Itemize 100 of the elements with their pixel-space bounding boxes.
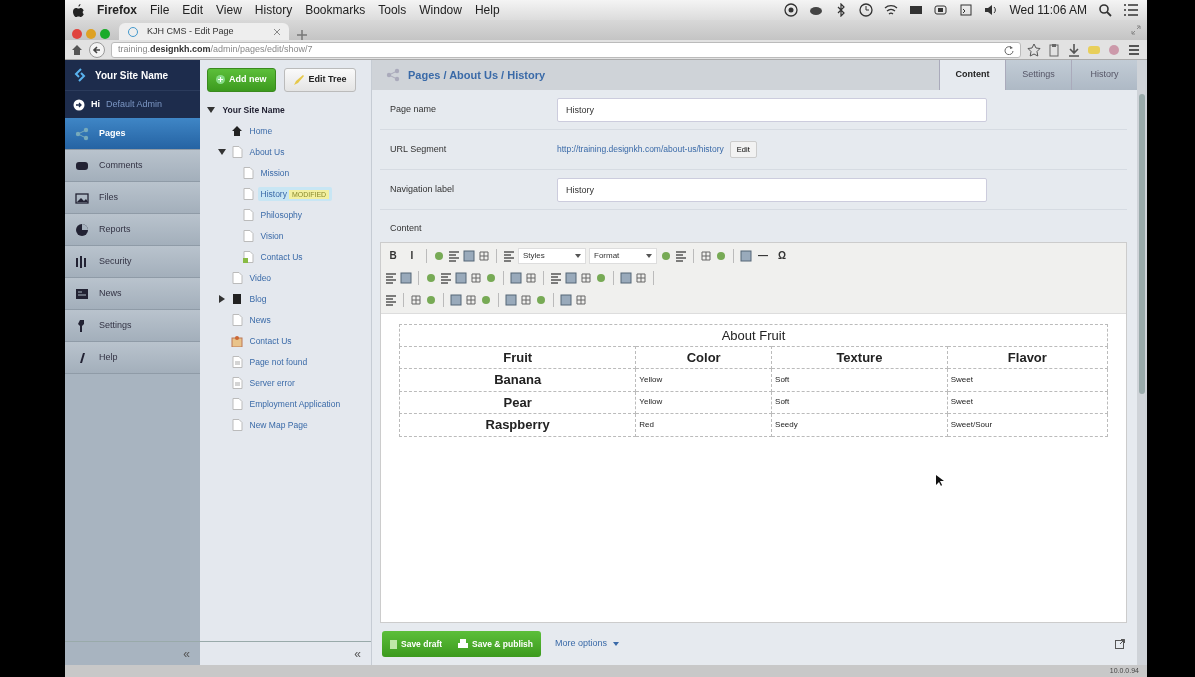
wifi-icon[interactable] (884, 3, 899, 17)
external-link-icon[interactable] (1115, 639, 1125, 649)
scrollbar-thumb[interactable] (1139, 94, 1145, 394)
logout-icon[interactable] (73, 98, 85, 111)
nav-item[interactable]: Pages (65, 118, 200, 150)
toolbar-icon[interactable] (478, 249, 490, 262)
fullscreen-icon[interactable] (1131, 25, 1141, 35)
tree-item[interactable]: Contact Us (246, 333, 295, 349)
toolbar-icon[interactable] (595, 271, 607, 284)
menu-title[interactable]: Firefox (97, 1, 137, 19)
plus-icon[interactable] (297, 30, 307, 40)
menu-clock[interactable]: Wed 11:06 AM (1009, 1, 1087, 19)
tree-item[interactable]: Video (246, 270, 275, 286)
tab[interactable]: Settings (1005, 60, 1071, 90)
menu-item[interactable]: Window (419, 1, 462, 19)
nav-item[interactable]: Reports (65, 214, 200, 246)
toolbar-icon[interactable] (635, 271, 647, 284)
toolbar-icon[interactable] (503, 249, 515, 262)
toolbar-icon[interactable] (470, 271, 482, 284)
toolbar-icon[interactable] (410, 293, 422, 306)
search-icon[interactable] (1098, 3, 1112, 17)
tree-item[interactable]: Employment Application (246, 396, 344, 412)
toolbar-icon[interactable] (675, 249, 687, 262)
toolbar-icon[interactable] (505, 293, 517, 306)
nav-item[interactable]: Files (65, 182, 200, 214)
tree-item[interactable]: Philosophy (257, 207, 306, 223)
toolbar-icon[interactable] (485, 271, 497, 284)
close-icon[interactable] (273, 27, 281, 36)
nav-item[interactable]: Security (65, 246, 200, 278)
toolbar-icon[interactable] (560, 293, 572, 306)
tree-item[interactable]: Vision (257, 228, 287, 244)
toolbar-icon[interactable] (510, 271, 522, 284)
toolbar-icon[interactable] (565, 271, 577, 284)
tree-item[interactable]: Your Site Name (219, 102, 288, 118)
terminal-icon[interactable] (959, 3, 974, 17)
toolbar-button[interactable]: Ω (774, 248, 790, 263)
menu-item[interactable]: View (216, 1, 242, 19)
back-icon[interactable] (89, 41, 105, 58)
toolbar-button[interactable]: — (755, 248, 771, 263)
toolbar-dropdown[interactable]: Styles (518, 247, 586, 264)
toolbar-icon[interactable] (385, 293, 397, 306)
star-icon[interactable] (1027, 42, 1041, 57)
address-field[interactable]: training.designkh.com/admin/pages/edit/show/7 (111, 41, 1021, 58)
menu-item[interactable]: File (150, 1, 170, 19)
menu-item[interactable]: Help (474, 1, 500, 19)
menu-icon[interactable] (1127, 42, 1141, 57)
toolbar-icon[interactable] (385, 271, 397, 284)
browser-tab[interactable]: KJH CMS - Edit Page (119, 23, 289, 40)
menu-item[interactable]: Tools (378, 1, 407, 19)
menu-item[interactable]: Bookmarks (305, 1, 366, 19)
tab[interactable]: History (1071, 60, 1137, 90)
toolbar-button[interactable]: B (385, 248, 401, 263)
nav-item[interactable]: Settings (65, 310, 200, 342)
clipboard-icon[interactable] (1047, 42, 1061, 57)
toolbar-icon[interactable] (480, 293, 492, 306)
nav-item[interactable]: Comments (65, 150, 200, 182)
nav-item[interactable]: News (65, 278, 200, 310)
reload-icon[interactable] (1004, 44, 1014, 55)
toolbar-icon[interactable] (440, 271, 452, 284)
toolbar-icon[interactable] (575, 293, 587, 306)
toolbar-icon[interactable] (455, 271, 467, 284)
tree-item[interactable]: Contact Us (257, 249, 306, 265)
more-options-button[interactable]: More options (555, 637, 620, 651)
tree-item[interactable]: About Us (246, 144, 288, 160)
tree-item[interactable]: New Map Page (246, 417, 311, 433)
edit-tree-button[interactable]: Edit Tree (283, 68, 356, 92)
toolbar-icon[interactable] (425, 271, 437, 284)
tree-item-label[interactable]: History (260, 188, 287, 199)
menu-item[interactable]: History (254, 1, 293, 19)
toolbar-icon[interactable] (535, 293, 547, 306)
text-field[interactable]: History (557, 177, 987, 202)
tree-item[interactable]: Page not found (246, 354, 311, 370)
menu-item[interactable]: Edit (182, 1, 204, 19)
toolbar-icon[interactable] (620, 271, 632, 284)
nav-item[interactable]: Help (65, 342, 200, 374)
toolbar-icon[interactable] (400, 271, 412, 284)
breadcrumb[interactable]: Pages / About Us / History (408, 66, 546, 84)
toolbar-icon[interactable] (463, 249, 475, 262)
toolbar-icon[interactable] (550, 271, 562, 284)
download-icon[interactable] (1067, 42, 1081, 57)
toolbar-icon[interactable] (525, 271, 537, 284)
toolbar-icon[interactable] (700, 249, 712, 262)
clock-icon[interactable] (859, 3, 874, 17)
toolbar-icon[interactable] (580, 271, 592, 284)
user-link[interactable]: Default Admin (106, 97, 163, 112)
toolbar-icon[interactable] (448, 249, 460, 262)
toolbar-icon[interactable] (465, 293, 477, 306)
toolbar-icon[interactable] (715, 249, 727, 262)
tree-item[interactable]: Server error (246, 375, 298, 391)
toolbar-icon[interactable] (450, 293, 462, 306)
tab[interactable]: Content (939, 60, 1005, 90)
tree-item[interactable]: Home (246, 123, 276, 139)
triangle-right-icon[interactable] (217, 294, 226, 303)
toolbar-icon[interactable] (433, 249, 445, 262)
display-icon[interactable] (909, 3, 924, 17)
tree-item[interactable]: Blog (246, 291, 270, 307)
tree-item[interactable]: News (246, 312, 274, 328)
triangle-down-icon[interactable] (206, 105, 215, 114)
list-icon[interactable] (1123, 3, 1139, 17)
url-link[interactable]: http://training.designkh.com/about-us/history (557, 143, 724, 156)
